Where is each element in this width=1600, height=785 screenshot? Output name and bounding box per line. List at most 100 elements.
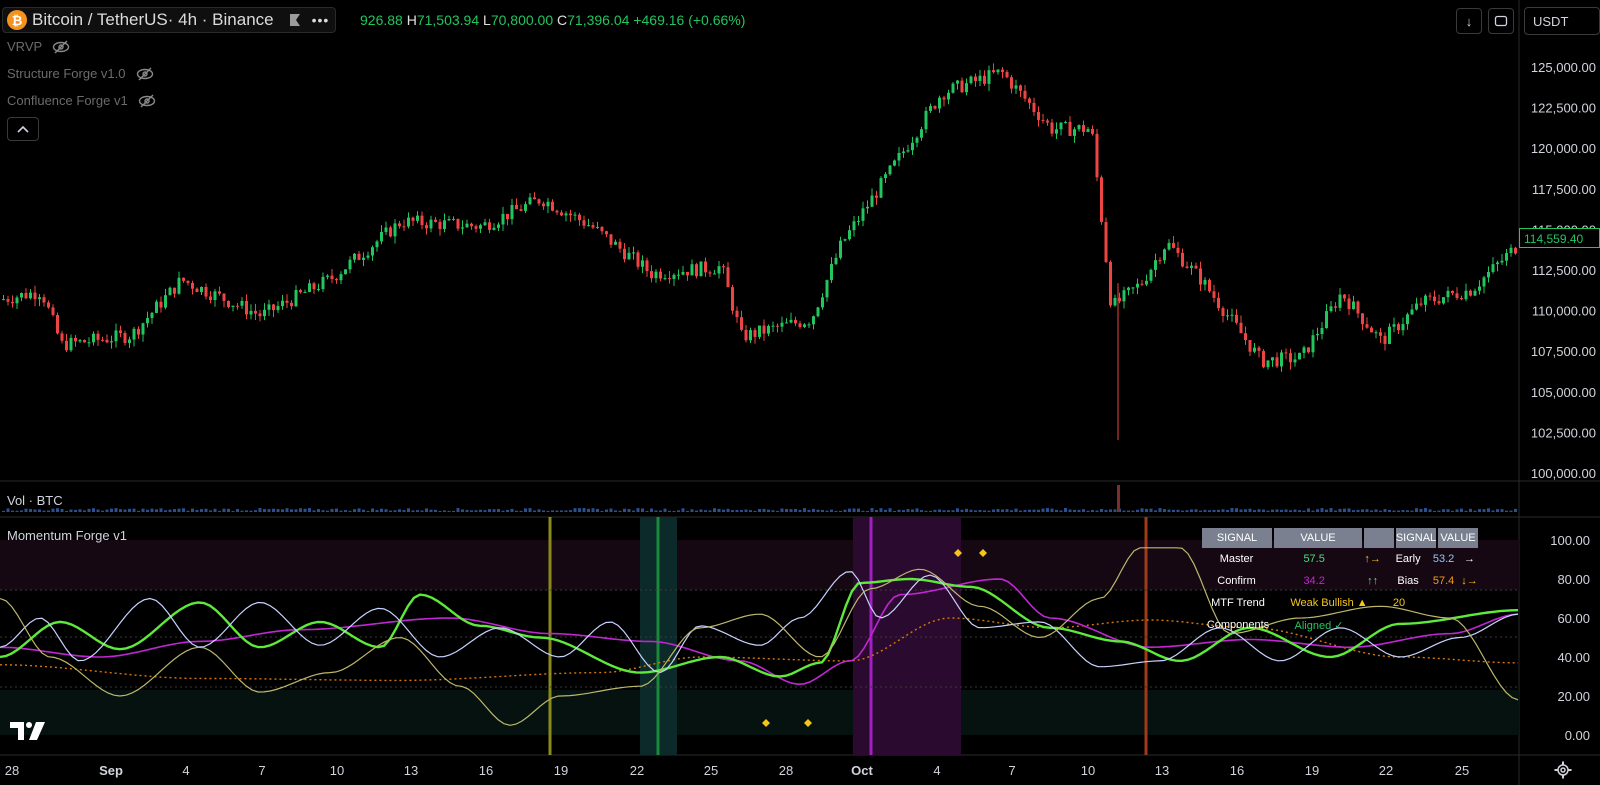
header-cell: VALUE xyxy=(1274,528,1362,548)
candle-body xyxy=(483,222,487,226)
tradingview-logo-icon xyxy=(10,722,45,740)
time-tick-label: 10 xyxy=(330,763,344,778)
symbol-legend[interactable]: ₿ Bitcoin / TetherUS · 4h · Binance ••• xyxy=(2,7,337,33)
eye-hidden-icon[interactable] xyxy=(136,67,154,81)
volume-bar xyxy=(1095,510,1099,512)
volume-bar xyxy=(434,509,437,512)
volume-bar xyxy=(1334,510,1337,512)
candle-body xyxy=(843,239,847,241)
volume-bar xyxy=(573,508,577,512)
candle-body xyxy=(1050,122,1054,134)
volume-bar xyxy=(663,508,667,512)
signal-name: Early xyxy=(1395,553,1421,565)
volume-bar xyxy=(335,508,338,512)
candle-body xyxy=(897,152,901,161)
volume-bar xyxy=(866,510,869,512)
signal-value: 57.4 xyxy=(1432,575,1455,587)
candle-body xyxy=(123,333,127,343)
candle-body xyxy=(1230,314,1234,316)
candle-body xyxy=(1104,222,1108,262)
flag-icon[interactable] xyxy=(288,13,302,27)
chart-canvas[interactable]: 125,000.00 122,500.00 120,000.00 117,500.00… xyxy=(0,0,1600,785)
table-row: MTF Trend Weak Bullish ▲ 20 xyxy=(1202,592,1480,614)
candle-body xyxy=(1280,352,1283,367)
candle-body xyxy=(672,274,676,279)
signal-zone xyxy=(853,517,961,755)
candle-body xyxy=(1001,69,1004,72)
scroll-to-latest-button[interactable]: ↓ xyxy=(1456,8,1482,34)
volume-bar xyxy=(776,510,779,512)
candle-body xyxy=(425,225,428,229)
oversold-zone xyxy=(0,690,1519,735)
time-tick-label: 25 xyxy=(704,763,718,778)
volume-bar xyxy=(1392,510,1396,512)
symbol-name[interactable]: Bitcoin / TetherUS xyxy=(32,10,168,30)
eye-hidden-icon[interactable] xyxy=(138,94,156,108)
candle-body xyxy=(1460,298,1463,300)
volume-bar xyxy=(1338,508,1342,512)
volume-bar xyxy=(1113,509,1117,512)
volume-bar xyxy=(609,508,613,512)
volume-bar xyxy=(569,510,572,512)
candle-body xyxy=(974,76,977,82)
indicator-structure-forge[interactable]: Structure Forge v1.0 xyxy=(7,66,154,81)
more-options-icon[interactable]: ••• xyxy=(312,12,330,28)
indicator-vrvp[interactable]: VRVP xyxy=(7,39,70,54)
candle-body xyxy=(497,224,500,228)
candle-body xyxy=(659,271,662,279)
volume-bar xyxy=(956,508,959,512)
volume-bar xyxy=(717,508,721,512)
volume-bar xyxy=(762,508,766,512)
currency-select[interactable]: USDT xyxy=(1524,7,1600,35)
candle-body xyxy=(537,199,541,204)
volume-bar xyxy=(1005,509,1009,512)
candle-body xyxy=(618,241,622,249)
volume-bar xyxy=(258,508,262,512)
volume-bar xyxy=(1181,510,1184,512)
volume-bar xyxy=(681,508,685,512)
volume-bar xyxy=(1455,509,1459,512)
candle-body xyxy=(1253,347,1256,352)
volume-bar xyxy=(704,510,707,512)
gear-icon[interactable] xyxy=(1554,761,1572,779)
candle-body xyxy=(371,247,374,256)
signal-name: Components xyxy=(1206,619,1270,631)
candle-body xyxy=(38,297,41,300)
candle-body xyxy=(965,83,968,93)
candle-body xyxy=(992,70,995,73)
candle-body xyxy=(267,304,271,310)
volume-bar xyxy=(929,510,932,512)
candle-body xyxy=(686,271,689,276)
candle-body xyxy=(551,201,554,211)
volume-bar xyxy=(1127,510,1130,512)
volume-bar xyxy=(830,509,833,512)
candle-body xyxy=(335,279,338,281)
indicator-confluence-forge[interactable]: Confluence Forge v1 xyxy=(7,93,156,108)
maximize-button[interactable] xyxy=(1488,8,1514,34)
price-tick-label: 100,000.00 xyxy=(1531,466,1596,481)
candle-body xyxy=(1410,309,1414,315)
volume-bar xyxy=(222,508,226,512)
volume-bar xyxy=(186,510,190,512)
candle-body xyxy=(218,291,221,294)
candle-body xyxy=(726,267,730,288)
volume-series xyxy=(2,485,1517,512)
candle-body xyxy=(1293,359,1297,363)
candle-body xyxy=(393,223,397,237)
volume-bar xyxy=(1068,509,1072,512)
candle-body xyxy=(1392,324,1396,327)
volume-bar xyxy=(443,510,446,512)
candle-body xyxy=(1491,264,1495,272)
candle-body xyxy=(177,277,181,294)
eye-hidden-icon[interactable] xyxy=(52,40,70,54)
collapse-indicators-button[interactable] xyxy=(7,117,39,141)
candle-body xyxy=(884,174,887,179)
volume-bar xyxy=(452,510,455,512)
candle-body xyxy=(294,290,298,307)
candle-body xyxy=(101,339,104,341)
volume-bar xyxy=(699,509,703,512)
volume-bar xyxy=(380,508,383,512)
candle-body xyxy=(699,261,703,277)
open-value: 926.88 xyxy=(360,12,403,28)
volume-bar xyxy=(497,509,500,512)
